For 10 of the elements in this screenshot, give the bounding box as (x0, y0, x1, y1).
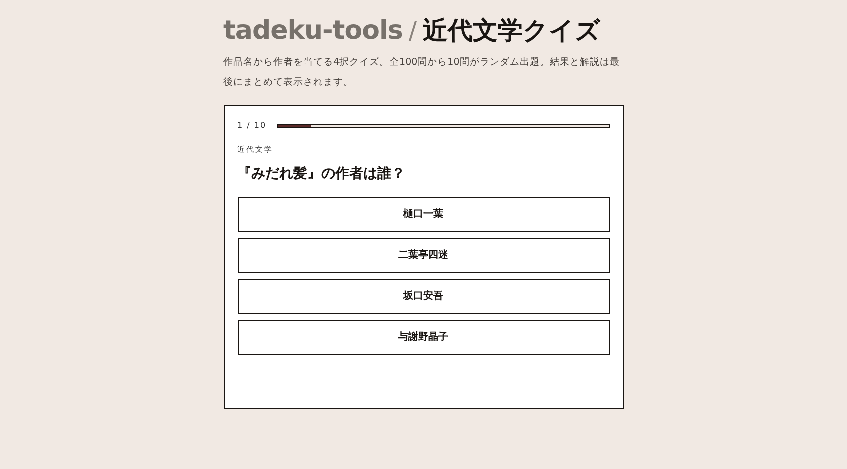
answer-option[interactable]: 与謝野晶子 (238, 320, 610, 356)
page-title: 近代文学クイズ (422, 15, 601, 47)
answer-option[interactable]: 坂口安吾 (238, 279, 610, 314)
question-text: 『みだれ髪』の作者は誰？ (238, 165, 406, 184)
answer-option[interactable]: 二葉亭四迷 (238, 238, 610, 274)
brand-name: tadeku-tools (224, 15, 403, 48)
description-text: 作品名から作者を当てる4択クイズ。全100問から10問がランダム出題。結果と解説は最後にまとめて表示されます。 (224, 56, 621, 90)
title-separator: / (408, 16, 417, 47)
answer-option[interactable]: 樋口一葉 (238, 197, 610, 232)
question-counter: 1 / 10 (238, 120, 267, 132)
